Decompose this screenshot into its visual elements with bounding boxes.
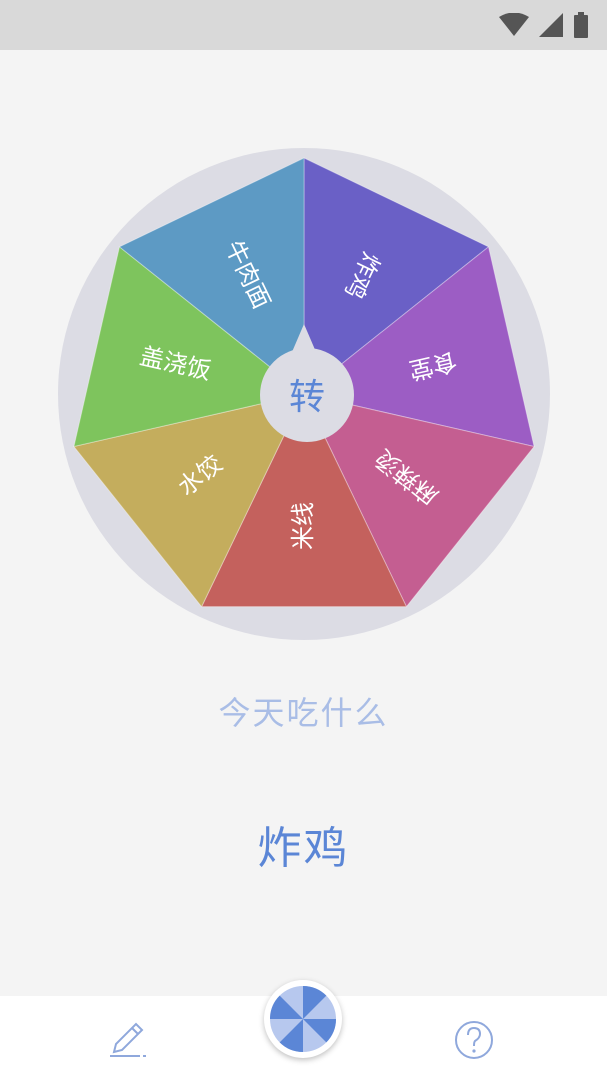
wheel-area: 炸鸡 食堂 麻辣烫 米线 水饺 盖浇饭 牛肉面 转 <box>0 0 607 680</box>
result-text: 炸鸡 <box>257 823 350 874</box>
pinwheel-icon <box>270 986 336 1052</box>
prompt-text: 今天吃什么 <box>218 694 389 732</box>
wheel-segment-label: 米线 <box>289 502 317 550</box>
edit-button[interactable] <box>104 1018 152 1062</box>
spin-hub-label: 转 <box>289 377 325 418</box>
prize-wheel[interactable]: 炸鸡食堂麻辣烫米线水饺盖浇饭牛肉面 转 <box>0 0 607 680</box>
spin-button[interactable] <box>264 980 342 1058</box>
pencil-icon <box>110 1022 146 1057</box>
question-circle-icon <box>455 1021 493 1059</box>
help-button[interactable] <box>450 1016 498 1064</box>
